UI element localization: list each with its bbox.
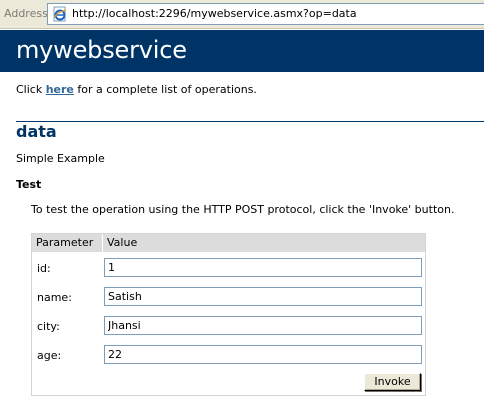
value-column-header: Value <box>107 236 138 249</box>
age-input[interactable] <box>104 345 422 364</box>
address-url[interactable]: http://localhost:2296/mywebservice.asmx?… <box>72 7 357 20</box>
operations-list-link[interactable]: here <box>46 83 74 96</box>
id-input[interactable] <box>104 258 422 277</box>
parameter-table: Parameter Value id: name: city: age: Inv… <box>31 233 426 396</box>
city-label: city: <box>37 320 60 333</box>
divider <box>16 121 484 122</box>
operation-description: Simple Example <box>16 152 105 165</box>
test-instructions: To test the operation using the HTTP POS… <box>31 203 455 216</box>
address-bar: Address http://localhost:2296/mywebservi… <box>0 0 484 29</box>
operation-title: data <box>16 122 57 141</box>
address-label: Address <box>4 7 48 20</box>
id-label: id: <box>37 262 51 275</box>
invoke-button[interactable]: Invoke <box>364 373 421 391</box>
address-field[interactable]: http://localhost:2296/mywebservice.asmx?… <box>47 3 484 25</box>
column-separator <box>102 234 103 252</box>
name-label: name: <box>37 291 72 304</box>
intro-prefix: Click <box>16 83 46 96</box>
city-input[interactable] <box>104 316 422 335</box>
name-input[interactable] <box>104 287 422 306</box>
ie-page-icon <box>52 6 68 22</box>
service-name: mywebservice <box>16 36 187 64</box>
test-heading: Test <box>16 178 42 191</box>
table-header: Parameter Value <box>32 234 425 252</box>
intro-suffix: for a complete list of operations. <box>73 83 257 96</box>
service-header: mywebservice <box>0 30 484 72</box>
intro-text: Click here for a complete list of operat… <box>16 83 257 96</box>
age-label: age: <box>37 349 62 362</box>
parameter-column-header: Parameter <box>36 236 94 249</box>
